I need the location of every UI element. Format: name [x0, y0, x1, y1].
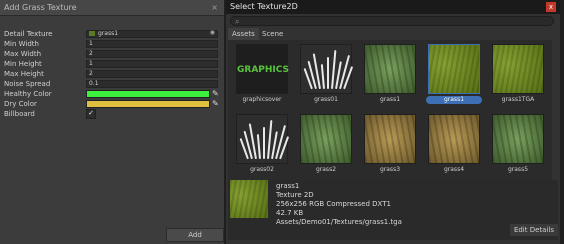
tab-bar: Assets Scene [226, 28, 560, 40]
tab-scene[interactable]: Scene [258, 28, 287, 40]
selected-type: Texture 2D [276, 191, 314, 199]
window-title-text: Add Grass Texture [4, 3, 77, 12]
asset-tile[interactable]: grass3 [362, 114, 418, 178]
asset-thumbnail: GRAPHICS [236, 44, 289, 94]
asset-thumbnail [492, 114, 544, 164]
noise-spread-field[interactable]: 0.1 [86, 80, 218, 88]
asset-thumbnail [428, 114, 480, 164]
window-title: Select Texture2D x [226, 0, 560, 14]
billboard-label: Billboard [4, 110, 35, 118]
min-height-label: Min Height [4, 60, 42, 68]
asset-name: grass02 [250, 166, 274, 173]
add-button[interactable]: Add [166, 228, 224, 242]
min-width-label: Min Width [4, 40, 39, 48]
max-width-field[interactable]: 2 [86, 50, 218, 58]
texture-swatch-icon [89, 31, 95, 36]
asset-name: grass5 [507, 166, 529, 173]
asset-name: graphicsover [242, 96, 282, 103]
selection-info: grass1 Texture 2D 256x256 RGB Compressed… [228, 180, 558, 240]
asset-thumbnail [428, 44, 480, 94]
asset-name: grass1TGA [501, 96, 535, 103]
asset-tile[interactable]: grass02 [234, 114, 290, 178]
asset-name: grass4 [443, 166, 465, 173]
asset-name: grass01 [314, 96, 338, 103]
max-height-row: Max Height 2 [0, 69, 224, 79]
min-height-row: Min Height 1 [0, 59, 224, 69]
selected-size: 42.7 KB [276, 209, 304, 217]
asset-tile[interactable]: GRAPHICS graphicsover [234, 44, 290, 108]
asset-name: grass1 [426, 96, 482, 104]
asset-grid: GRAPHICS graphicsover grass01 grass1 grass1 g… [228, 40, 552, 180]
window-title: Add Grass Texture × [0, 0, 224, 16]
detail-texture-label: Detail Texture [4, 30, 53, 38]
search-icon: ⌕ [235, 17, 240, 26]
asset-thumbnail [300, 44, 354, 94]
search-input[interactable]: ⌕ [230, 16, 554, 26]
billboard-row: Billboard ✓ [0, 109, 224, 119]
billboard-checkbox[interactable]: ✓ [86, 109, 96, 119]
dry-color-row: Dry Color ✎ [0, 99, 224, 109]
dry-color-field[interactable] [86, 100, 210, 108]
asset-thumbnail [364, 44, 416, 94]
eyedropper-icon[interactable]: ✎ [212, 99, 220, 109]
max-height-field[interactable]: 2 [86, 70, 218, 78]
asset-name: grass2 [315, 166, 337, 173]
max-width-label: Max Width [4, 50, 42, 58]
window-title-text: Select Texture2D [230, 2, 298, 11]
grass-blade [320, 64, 325, 90]
detail-texture-value: grass1 [98, 30, 119, 37]
close-icon[interactable]: × [211, 0, 218, 16]
noise-spread-label: Noise Spread [4, 80, 51, 88]
healthy-color-field[interactable] [86, 90, 210, 98]
add-grass-texture-panel: Add Grass Texture × Detail Texture grass… [0, 0, 224, 244]
grass-blade [256, 134, 261, 160]
noise-spread-row: Noise Spread 0.1 [0, 79, 224, 89]
asset-thumbnail [364, 114, 416, 164]
asset-thumbnail [300, 114, 352, 164]
asset-name: grass1 [379, 96, 401, 103]
min-width-row: Min Width 1 [0, 39, 224, 49]
selected-format: 256x256 RGB Compressed DXT1 [276, 200, 391, 208]
asset-tile[interactable]: grass1 [362, 44, 418, 108]
max-width-row: Max Width 2 [0, 49, 224, 59]
healthy-color-label: Healthy Color [4, 90, 52, 98]
asset-tile[interactable]: grass2 [298, 114, 354, 178]
object-picker-icon[interactable]: ◉ [210, 30, 215, 36]
asset-thumbnail [236, 114, 290, 164]
selected-texture-preview [230, 180, 268, 218]
asset-tile[interactable]: grass1 [426, 44, 482, 108]
max-height-label: Max Height [4, 70, 44, 78]
detail-texture-row: Detail Texture grass1 ◉ [0, 29, 224, 39]
edit-details-button[interactable]: Edit Details [509, 224, 558, 236]
select-texture2d-window: Select Texture2D x ⌕ Assets Scene GRAPHI… [226, 0, 560, 244]
grass-blade [263, 127, 265, 159]
asset-tile[interactable]: grass01 [298, 44, 354, 108]
selected-name: grass1 [276, 182, 300, 190]
asset-thumbnail [492, 44, 544, 94]
asset-tile[interactable]: grass4 [426, 114, 482, 178]
close-icon[interactable]: x [546, 2, 556, 12]
selected-path: Assets/Demo01/Textures/grass1.tga [276, 218, 402, 226]
eyedropper-icon[interactable]: ✎ [212, 89, 220, 99]
asset-tile[interactable]: grass5 [490, 114, 546, 178]
min-width-field[interactable]: 1 [86, 40, 218, 48]
asset-name: grass3 [379, 166, 401, 173]
dry-color-label: Dry Color [4, 100, 37, 108]
healthy-color-row: Healthy Color ✎ [0, 89, 224, 99]
asset-tile[interactable]: grass1TGA [490, 44, 546, 108]
tab-assets[interactable]: Assets [228, 28, 259, 40]
detail-texture-field[interactable]: grass1 ◉ [86, 30, 218, 38]
grass-blade [327, 57, 329, 89]
min-height-field[interactable]: 1 [86, 60, 218, 68]
